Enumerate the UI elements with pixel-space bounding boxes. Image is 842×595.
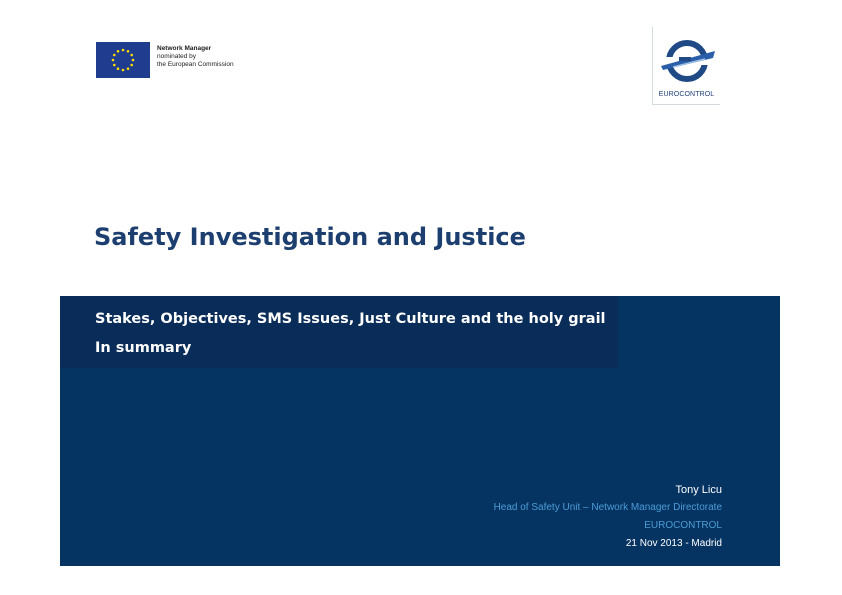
eurocontrol-logo-icon: [661, 40, 715, 82]
eu-stars-icon: [111, 48, 135, 72]
author-organization: EUROCONTROL: [644, 520, 722, 531]
eurocontrol-logo: EUROCONTROL: [652, 27, 720, 105]
eu-logo-line2: nominated by: [157, 53, 197, 60]
subtitle-line-1: Stakes, Objectives, SMS Issues, Just Cul…: [95, 311, 606, 327]
subtitle-box: Stakes, Objectives, SMS Issues, Just Cul…: [60, 296, 618, 368]
slide-title: Safety Investigation and Justice: [94, 223, 526, 251]
title-banner: Stakes, Objectives, SMS Issues, Just Cul…: [60, 296, 780, 566]
eurocontrol-wordmark: EUROCONTROL: [658, 91, 715, 98]
eu-flag-icon: [96, 42, 150, 78]
eu-logo-text: Network Manager nominated by the Europea…: [157, 45, 257, 69]
author-role: Head of Safety Unit – Network Manager Di…: [493, 502, 722, 513]
author-block: Tony Licu Head of Safety Unit – Network …: [494, 481, 722, 553]
author-name: Tony Licu: [675, 484, 722, 496]
subtitle-line-2: In summary: [95, 340, 192, 356]
author-date-location: 21 Nov 2013 - Madrid: [625, 538, 722, 549]
eu-logo-line1: Network Manager: [157, 45, 212, 52]
eu-logo-line3: the European Commission: [157, 61, 234, 68]
